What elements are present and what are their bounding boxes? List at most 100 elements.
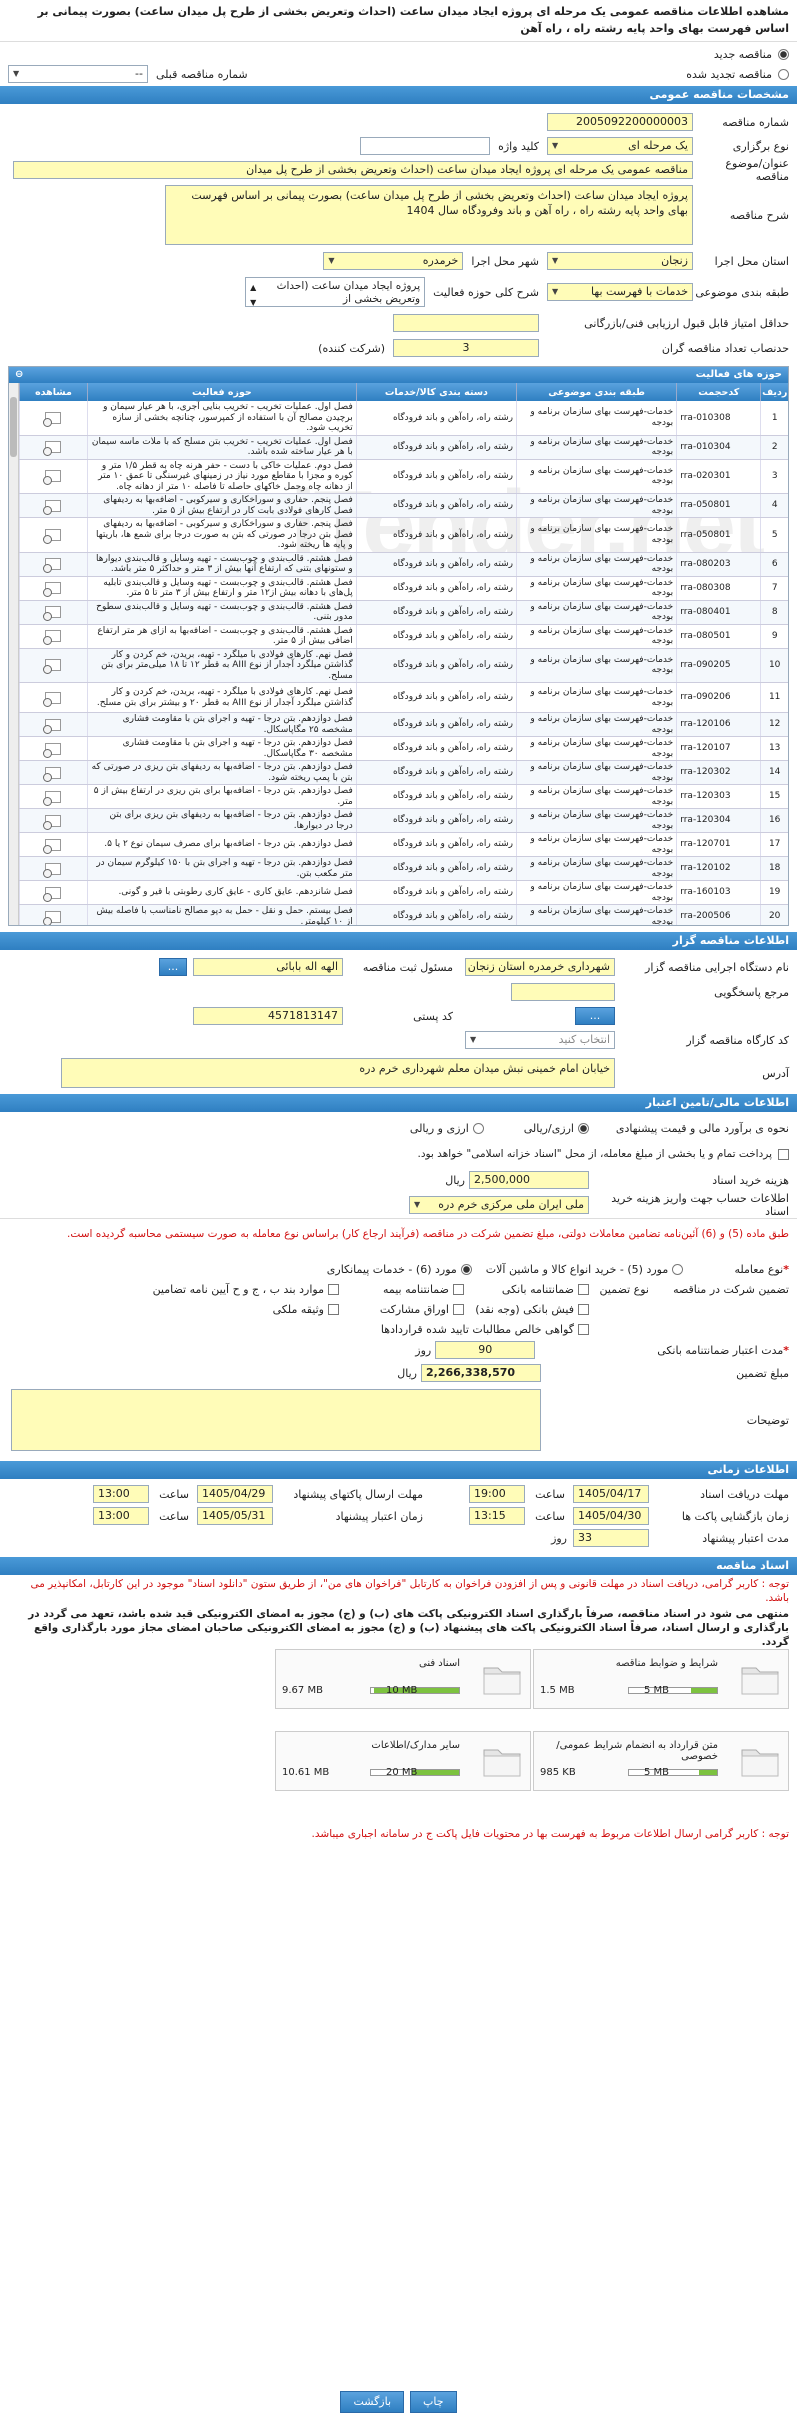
table-row[interactable]: 6 rra-080203 خدمات-فهرست بهای سازمان برنام… <box>19 552 788 577</box>
table-row[interactable]: 8 rra-080401 خدمات-فهرست بهای سازمان برنام… <box>19 600 788 625</box>
activity-listbox[interactable]: پروژه ایجاد میدان ساعت (احداث وتعریض بخش… <box>245 277 426 307</box>
file-card[interactable]: متن قرارداد به انضمام شرایط عمومی/خصوصی 5… <box>533 1731 789 1791</box>
view-document-icon[interactable] <box>43 441 62 456</box>
check-bonds[interactable] <box>453 1303 464 1315</box>
opening-time[interactable]: 13:15 <box>469 1507 525 1525</box>
view-document-icon[interactable] <box>43 838 62 854</box>
view-document-icon[interactable] <box>43 790 62 806</box>
view-cell[interactable] <box>19 784 88 809</box>
account-select[interactable]: ملی ایران ملی مرکزی خرم دره ▼ <box>409 1196 589 1214</box>
view-cell[interactable] <box>19 401 88 436</box>
view-document-icon[interactable] <box>43 691 62 707</box>
table-row[interactable]: 16 rra-120304 خدمات-فهرست بهای سازمان برنا… <box>19 808 788 833</box>
column-header[interactable]: طبقه بندی موضوعی <box>515 383 677 401</box>
table-row[interactable]: 4 rra-050801 خدمات-فهرست بهای سازمان برنام… <box>19 493 788 518</box>
type-select[interactable]: یک مرحله ای ▼ <box>547 137 693 155</box>
view-document-icon[interactable] <box>43 886 62 902</box>
table-row[interactable]: 14 rra-120302 خدمات-فهرست بهای سازمان برنا… <box>19 760 788 785</box>
radio-icon[interactable] <box>778 68 789 80</box>
radio-currency[interactable] <box>472 1122 484 1134</box>
table-row[interactable]: 5 rra-050801 خدمات-فهرست بهای سازمان برنام… <box>19 517 788 553</box>
view-cell[interactable] <box>19 648 88 683</box>
table-row[interactable]: 10 rra-090205 خدمات-فهرست بهای سازمان برنا… <box>19 648 788 683</box>
scroll-thumb[interactable] <box>10 397 17 457</box>
check-other[interactable] <box>328 1283 339 1295</box>
column-header[interactable]: مشاهده <box>19 383 88 401</box>
column-header[interactable]: حوزه فعالیت <box>86 383 357 401</box>
view-cell[interactable] <box>19 493 88 518</box>
view-cell[interactable] <box>19 576 88 601</box>
address-field[interactable]: خیابان امام خمینی نبش میدان معلم شهرداری… <box>61 1058 615 1088</box>
view-document-icon[interactable] <box>43 558 62 573</box>
subject-field[interactable]: مناقصه عمومی یک مرحله ای پروژه ایجاد مید… <box>13 161 693 179</box>
tender-number-field[interactable]: 2005092200000003 <box>547 113 693 131</box>
table-row[interactable]: 3 rra-020301 خدمات-فهرست بهای سازمان برنام… <box>19 459 788 494</box>
view-cell[interactable] <box>19 808 88 833</box>
table-row[interactable]: 20 rra-200506 خدمات-فهرست بهای سازمان برنا… <box>19 904 788 925</box>
view-document-icon[interactable] <box>43 630 62 645</box>
file-card[interactable]: شرایط و ضوابط مناقصه 5 MB 1.5 MB <box>533 1649 789 1709</box>
validity-time[interactable]: 13:00 <box>93 1507 149 1525</box>
view-cell[interactable] <box>19 435 88 460</box>
treasury-checkbox[interactable] <box>778 1148 789 1160</box>
send-deadline-time[interactable]: 13:00 <box>93 1485 149 1503</box>
table-row[interactable]: 12 rra-120106 خدمات-فهرست بهای سازمان برنا… <box>19 712 788 737</box>
radio-icon[interactable] <box>778 48 789 60</box>
min-score-field[interactable] <box>393 314 539 332</box>
guarantee-amount-field[interactable]: 2,266,338,570 <box>421 1364 541 1382</box>
table-row[interactable]: 11 rra-090206 خدمات-فهرست بهای سازمان برنا… <box>19 682 788 713</box>
table-row[interactable]: 19 rra-160103 خدمات-فهرست بهای سازمان برنا… <box>19 880 788 905</box>
table-row[interactable]: 2 rra-010304 خدمات-فهرست بهای سازمان برنام… <box>19 435 788 460</box>
radio-rial[interactable] <box>578 1122 589 1134</box>
doc-fee-field[interactable]: 2,500,000 <box>469 1171 589 1189</box>
reference-field[interactable] <box>511 983 615 1001</box>
view-document-icon[interactable] <box>43 499 62 515</box>
officer-field[interactable]: الهه اله بابائی <box>193 958 343 976</box>
table-row[interactable]: 18 rra-120102 خدمات-فهرست بهای سازمان برنا… <box>19 856 788 881</box>
min-bidders-field[interactable]: 3 <box>393 339 539 357</box>
table-row[interactable]: 9 rra-080501 خدمات-فهرست بهای سازمان برنام… <box>19 624 788 649</box>
view-document-icon[interactable] <box>43 659 62 675</box>
workshop-select[interactable]: انتخاب کنید ▼ <box>465 1031 615 1049</box>
validity-field[interactable]: 90 <box>435 1341 536 1359</box>
view-cell[interactable] <box>19 880 88 905</box>
validity-date[interactable]: 1405/05/31 <box>197 1507 273 1525</box>
scroll-arrows-icon[interactable]: ▲ ▼ <box>250 280 256 306</box>
reference-select-button[interactable]: ... <box>575 1007 615 1025</box>
table-row[interactable]: 17 rra-120701 خدمات-فهرست بهای سازمان برنا… <box>19 832 788 857</box>
table-row[interactable]: 7 rra-080308 خدمات-فهرست بهای سازمان برنام… <box>19 576 788 601</box>
view-cell[interactable] <box>19 712 88 737</box>
notes-field[interactable] <box>11 1389 541 1451</box>
classification-select[interactable]: خدمات با فهرست بها ▼ <box>547 283 693 301</box>
table-row[interactable]: 13 rra-120107 خدمات-فهرست بهای سازمان برنا… <box>19 736 788 761</box>
view-cell[interactable] <box>19 517 88 553</box>
view-document-icon[interactable] <box>43 814 62 830</box>
check-bank[interactable] <box>578 1283 589 1295</box>
table-row[interactable]: 15 rra-120303 خدمات-فهرست بهای سازمان برنا… <box>19 784 788 809</box>
file-card[interactable]: اسناد فنی 10 MB 9.67 MB <box>275 1649 531 1709</box>
check-receivables[interactable] <box>578 1323 589 1335</box>
more-button[interactable]: ... <box>159 958 187 976</box>
check-property[interactable] <box>328 1303 339 1315</box>
view-cell[interactable] <box>19 459 88 494</box>
description-field[interactable]: پروژه ایجاد میدان ساعت (احداث وتعریض بخش… <box>165 185 693 245</box>
check-cash[interactable] <box>578 1303 589 1315</box>
column-header[interactable]: دسته بندی کالا/خدمات <box>355 383 517 401</box>
opening-date[interactable]: 1405/04/30 <box>573 1507 649 1525</box>
view-document-icon[interactable] <box>43 718 62 734</box>
view-document-icon[interactable] <box>43 910 62 925</box>
view-cell[interactable] <box>19 600 88 625</box>
view-document-icon[interactable] <box>43 766 62 782</box>
column-header[interactable]: کدحجمت <box>676 383 761 401</box>
radio-goods[interactable] <box>672 1263 684 1275</box>
view-cell[interactable] <box>19 760 88 785</box>
view-document-icon[interactable] <box>43 606 62 621</box>
grid-scrollbar[interactable] <box>9 383 19 925</box>
offer-validity-days[interactable]: 33 <box>573 1529 649 1547</box>
send-deadline-date[interactable]: 1405/04/29 <box>197 1485 273 1503</box>
file-card[interactable]: سایر مدارک/اطلاعات 20 MB 10.61 MB <box>275 1731 531 1791</box>
view-document-icon[interactable] <box>43 742 62 758</box>
city-select[interactable]: خرمدره ▼ <box>323 252 464 270</box>
view-cell[interactable] <box>19 682 88 713</box>
column-header[interactable]: ردیف <box>760 383 788 401</box>
